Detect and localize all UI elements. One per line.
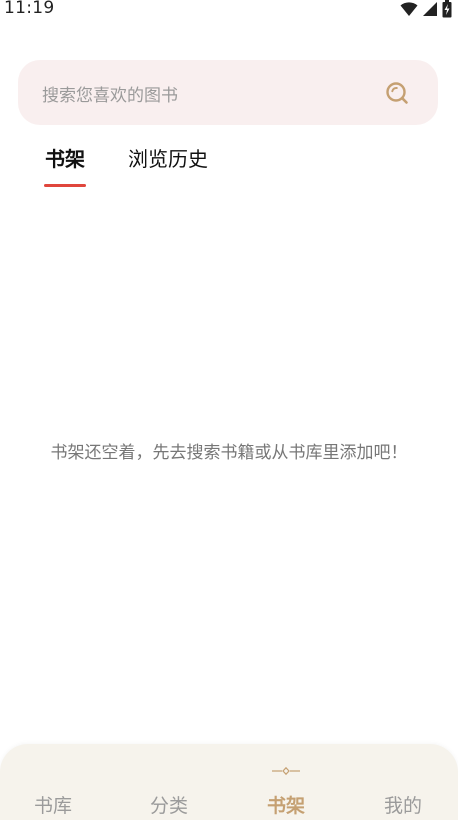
nav-item-mine[interactable]: 我的	[368, 791, 438, 818]
nav-item-category[interactable]: 分类	[134, 791, 204, 818]
nav-item-library[interactable]: 书库	[18, 791, 88, 818]
empty-state-message: 书架还空着，先去搜索书籍或从书库里添加吧！	[50, 443, 408, 463]
bottom-nav: 书库 分类 书架 我的	[0, 744, 458, 820]
tab-browsing-history[interactable]: 浏览历史	[128, 143, 208, 172]
status-time: 11:19	[4, 0, 55, 18]
active-tab-ornament-icon	[272, 766, 300, 776]
battery-icon	[442, 0, 452, 18]
status-icons	[400, 0, 452, 18]
status-bar: 11:19	[0, 0, 458, 22]
wifi-icon	[400, 2, 418, 16]
cellular-signal-icon	[423, 2, 437, 16]
search-input[interactable]: 搜索您喜欢的图书	[42, 81, 178, 106]
tab-active-indicator	[44, 184, 86, 187]
tab-bookshelf[interactable]: 书架	[45, 143, 85, 172]
nav-item-bookshelf[interactable]: 书架	[251, 791, 321, 818]
search-bar[interactable]: 搜索您喜欢的图书	[18, 60, 438, 125]
search-icon[interactable]	[384, 80, 410, 106]
screen: 11:19 搜索您喜欢的图书 书架 浏览历史 书架还空着，先去搜索书籍或从书库里…	[0, 0, 458, 820]
